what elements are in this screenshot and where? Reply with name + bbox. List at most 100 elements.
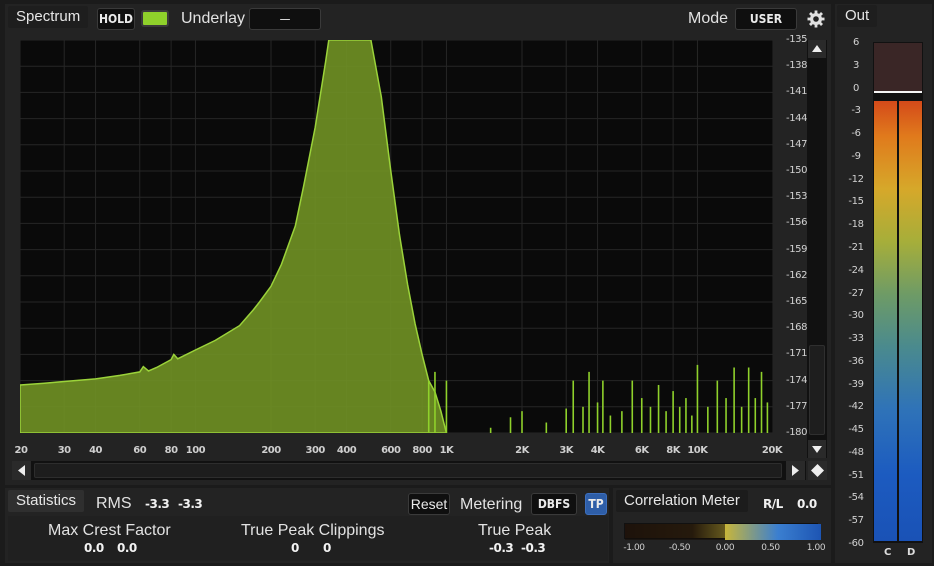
- out-tick-label: -24: [848, 264, 864, 276]
- x-tick-label: 60: [133, 445, 147, 456]
- correlation-mode[interactable]: R/L: [763, 497, 783, 511]
- out-meter-headroom: [874, 43, 922, 92]
- y-tick-label: -150: [786, 165, 808, 176]
- true-peak-label: True Peak: [478, 522, 552, 539]
- vertical-scrollbar[interactable]: [807, 40, 827, 458]
- correlation-dim-overlay: [625, 524, 725, 540]
- correlation-center-mark: [725, 524, 821, 540]
- crest-left-value: 0.0: [84, 541, 104, 555]
- out-tab[interactable]: Out: [837, 5, 878, 27]
- spectrum-area: [19, 39, 448, 434]
- x-tick-label: 40: [89, 445, 103, 456]
- x-tick-label: 200: [261, 445, 281, 456]
- out-tick-label: -36: [848, 355, 864, 367]
- rms-label: RMS: [96, 495, 132, 512]
- spectrum-tab[interactable]: Spectrum: [8, 6, 89, 28]
- zoom-reset-diamond-icon[interactable]: [808, 461, 827, 480]
- crest-factor-label: Max Crest Factor: [48, 522, 171, 539]
- scroll-right-button[interactable]: [786, 461, 805, 480]
- y-tick-label: -168: [786, 322, 808, 334]
- y-tick-label: -180: [786, 427, 808, 438]
- out-tick-label: -48: [848, 446, 864, 458]
- y-tick-label: -159: [786, 243, 808, 255]
- scroll-thumb[interactable]: [809, 345, 825, 435]
- y-tick-label: -153: [786, 191, 808, 203]
- settings-gear-icon[interactable]: [806, 9, 826, 29]
- out-tick-label: -6: [851, 128, 861, 140]
- y-tick-label: -162: [786, 269, 808, 281]
- out-tick-label: -3: [851, 105, 861, 117]
- clippings-right-value: 0: [323, 541, 331, 555]
- correlation-tab[interactable]: Correlation Meter: [616, 490, 748, 512]
- y-tick-label: -165: [786, 296, 808, 307]
- spectrum-plot[interactable]: [19, 39, 774, 434]
- out-tick-label: -51: [848, 469, 864, 481]
- scroll-up-button[interactable]: [808, 40, 826, 58]
- out-tick-label: 3: [853, 59, 859, 71]
- arrow-right-icon: [792, 465, 799, 476]
- y-tick-label: -156: [786, 217, 808, 229]
- x-tick-label: 10K: [687, 445, 708, 456]
- scroll-left-button[interactable]: [12, 461, 31, 480]
- correlation-bar: [624, 523, 821, 540]
- y-tick-label: -174: [786, 374, 808, 386]
- x-tick-label: 3K: [559, 445, 574, 456]
- out-tick-label: -39: [848, 378, 864, 390]
- x-tick-label: 20: [14, 445, 28, 456]
- mode-select[interactable]: USER: [735, 8, 797, 30]
- out-tick-label: -15: [848, 196, 864, 208]
- out-meter-right-channel: [899, 101, 922, 541]
- hold-button[interactable]: HOLD: [97, 8, 135, 30]
- out-tick-label: -21: [848, 241, 864, 253]
- true-peak-left-value: -0.3: [489, 541, 514, 555]
- out-tick-label: -30: [848, 310, 864, 322]
- out-peak-hold-line: [874, 91, 922, 93]
- h-scroll-thumb[interactable]: [34, 463, 782, 478]
- out-tick-label: -45: [848, 424, 864, 436]
- clippings-label: True Peak Clippings: [241, 522, 385, 539]
- x-tick-label: 100: [185, 445, 206, 456]
- x-tick-label: 6K: [634, 445, 649, 456]
- metering-label: Metering: [460, 496, 523, 513]
- crest-right-value: 0.0: [117, 541, 137, 555]
- tp-button[interactable]: TP: [585, 493, 607, 515]
- arrow-down-icon: [812, 446, 822, 453]
- arrow-left-icon: [18, 465, 25, 476]
- statistics-tab[interactable]: Statistics: [8, 490, 85, 512]
- out-tick-label: -42: [848, 401, 864, 413]
- horizontal-scrollbar[interactable]: [12, 461, 806, 480]
- correlation-value: 0.0: [797, 497, 817, 511]
- y-tick-label: -171: [786, 348, 808, 360]
- x-tick-label: 2K: [515, 445, 529, 456]
- underlay-label: Underlay: [181, 10, 246, 27]
- y-tick-label: -144: [786, 112, 808, 124]
- out-tick-label: -27: [848, 287, 864, 299]
- x-tick-label: 400: [336, 445, 357, 456]
- x-tick-label: 300: [305, 445, 326, 456]
- y-tick-label: -177: [786, 400, 808, 412]
- x-tick-label: 30: [57, 445, 71, 456]
- correlation-tick-label: -1.00: [623, 543, 645, 553]
- correlation-tick-label: 1.00: [806, 543, 826, 553]
- out-tick-label: -54: [848, 492, 864, 504]
- out-tick-label: -57: [848, 515, 864, 527]
- correlation-tick-label: -0.50: [668, 543, 691, 553]
- out-tick-label: -12: [848, 173, 864, 185]
- scroll-down-button[interactable]: [808, 440, 826, 458]
- correlation-tick-label: 0.50: [761, 543, 780, 553]
- x-tick-label: 4K: [590, 445, 605, 456]
- rms-left-value: -3.3: [145, 497, 170, 511]
- reset-button[interactable]: Reset: [408, 493, 450, 515]
- x-tick-label: 1K: [439, 445, 454, 456]
- out-tick-label: -60: [848, 538, 864, 549]
- underlay-select[interactable]: —: [249, 8, 321, 30]
- out-channel-left-label: C: [884, 547, 892, 558]
- hold-led[interactable]: [141, 10, 169, 27]
- correlation-tick-label: 0.00: [715, 543, 735, 553]
- y-tick-label: -147: [786, 138, 808, 150]
- out-channel-right-label: D: [907, 547, 916, 558]
- out-tick-label: -9: [851, 150, 861, 162]
- x-tick-label: 8K: [666, 445, 680, 456]
- y-tick-label: -141: [786, 86, 808, 98]
- metering-select[interactable]: DBFS: [531, 493, 577, 515]
